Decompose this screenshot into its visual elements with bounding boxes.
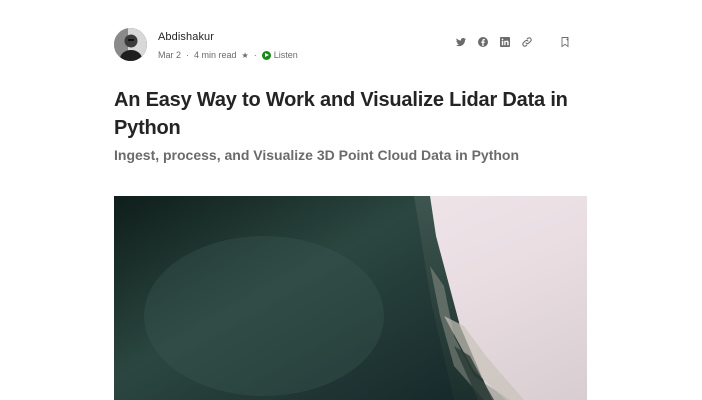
article-title: An Easy Way to Work and Visualize Lidar …: [114, 89, 568, 139]
article-meta: Mar 2 · 4 min read ★ · Listen: [158, 50, 298, 60]
bookmark-icon[interactable]: [559, 36, 571, 48]
meta-separator: ·: [253, 50, 257, 60]
twitter-icon[interactable]: [455, 36, 467, 48]
article-byline: Abdishakur Mar 2 · 4 min read ★ · Listen: [114, 28, 588, 62]
article-subtitle: Ingest, process, and Visualize 3D Point …: [114, 147, 520, 163]
play-icon: [261, 50, 271, 60]
linkedin-icon[interactable]: [499, 36, 511, 48]
share-toolbar: [445, 36, 588, 48]
author-avatar[interactable]: [114, 28, 147, 61]
member-star-icon: ★: [241, 50, 249, 60]
facebook-icon[interactable]: [477, 36, 489, 48]
link-icon[interactable]: [521, 36, 533, 48]
meta-separator: ·: [186, 50, 190, 60]
hero-image: [114, 196, 587, 400]
publish-date: Mar 2: [158, 50, 182, 60]
read-time: 4 min read: [194, 50, 237, 60]
author-name[interactable]: Abdishakur: [158, 31, 214, 43]
listen-label: Listen: [273, 50, 298, 60]
listen-button[interactable]: Listen: [261, 50, 298, 60]
